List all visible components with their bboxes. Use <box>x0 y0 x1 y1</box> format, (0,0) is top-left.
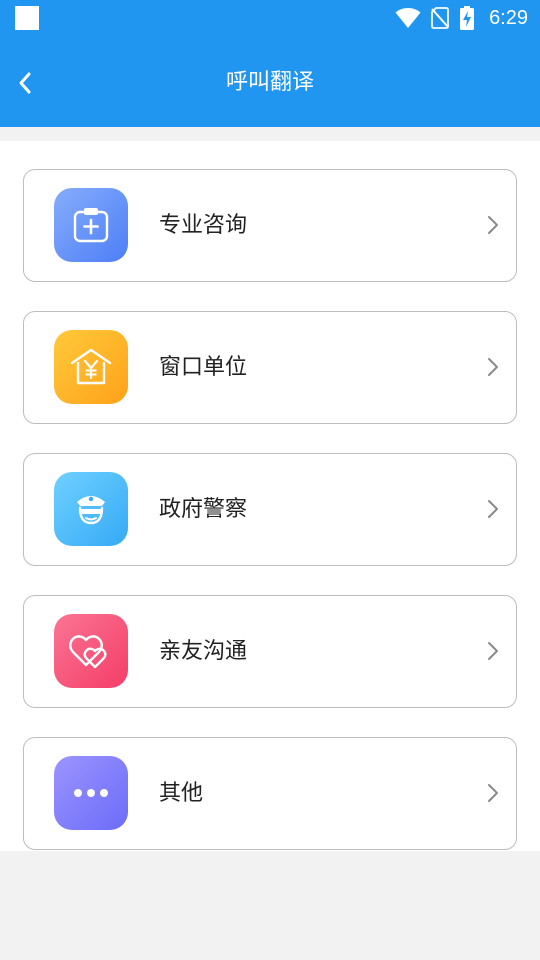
battery-charging-icon <box>460 6 475 30</box>
notification-square-icon <box>15 6 39 30</box>
chevron-right-icon <box>488 216 498 234</box>
medical-clipboard-icon <box>54 188 128 262</box>
wifi-icon <box>395 8 421 28</box>
chevron-right-icon <box>488 500 498 518</box>
menu-item-label: 专业咨询 <box>159 213 248 238</box>
more-dots-icon <box>54 756 128 830</box>
menu-list: 专业咨询 窗口单位 政府警察 亲友沟通 其他 <box>0 141 540 851</box>
menu-item-family-friends[interactable]: 亲友沟通 <box>23 595 517 708</box>
chevron-right-icon <box>488 642 498 660</box>
menu-item-label: 窗口单位 <box>159 355 248 380</box>
status-bar: 6:29 <box>0 0 540 36</box>
menu-item-label: 亲友沟通 <box>159 639 248 664</box>
police-officer-icon <box>54 472 128 546</box>
no-sim-icon <box>431 7 450 29</box>
menu-item-service-window[interactable]: 窗口单位 <box>23 311 517 424</box>
yuan-house-icon <box>54 330 128 404</box>
status-icons: 6:29 <box>395 4 528 32</box>
app-bar: 6:29 呼叫翻译 <box>0 0 540 127</box>
menu-item-label: 其他 <box>159 781 204 806</box>
menu-item-government-police[interactable]: 政府警察 <box>23 453 517 566</box>
menu-item-label: 政府警察 <box>159 497 248 522</box>
status-time: 6:29 <box>489 6 528 29</box>
chevron-right-icon <box>488 784 498 802</box>
double-heart-icon <box>54 614 128 688</box>
page-title: 呼叫翻译 <box>225 70 314 95</box>
menu-item-professional-consulting[interactable]: 专业咨询 <box>23 169 517 282</box>
chevron-right-icon <box>488 358 498 376</box>
menu-item-other[interactable]: 其他 <box>23 737 517 850</box>
